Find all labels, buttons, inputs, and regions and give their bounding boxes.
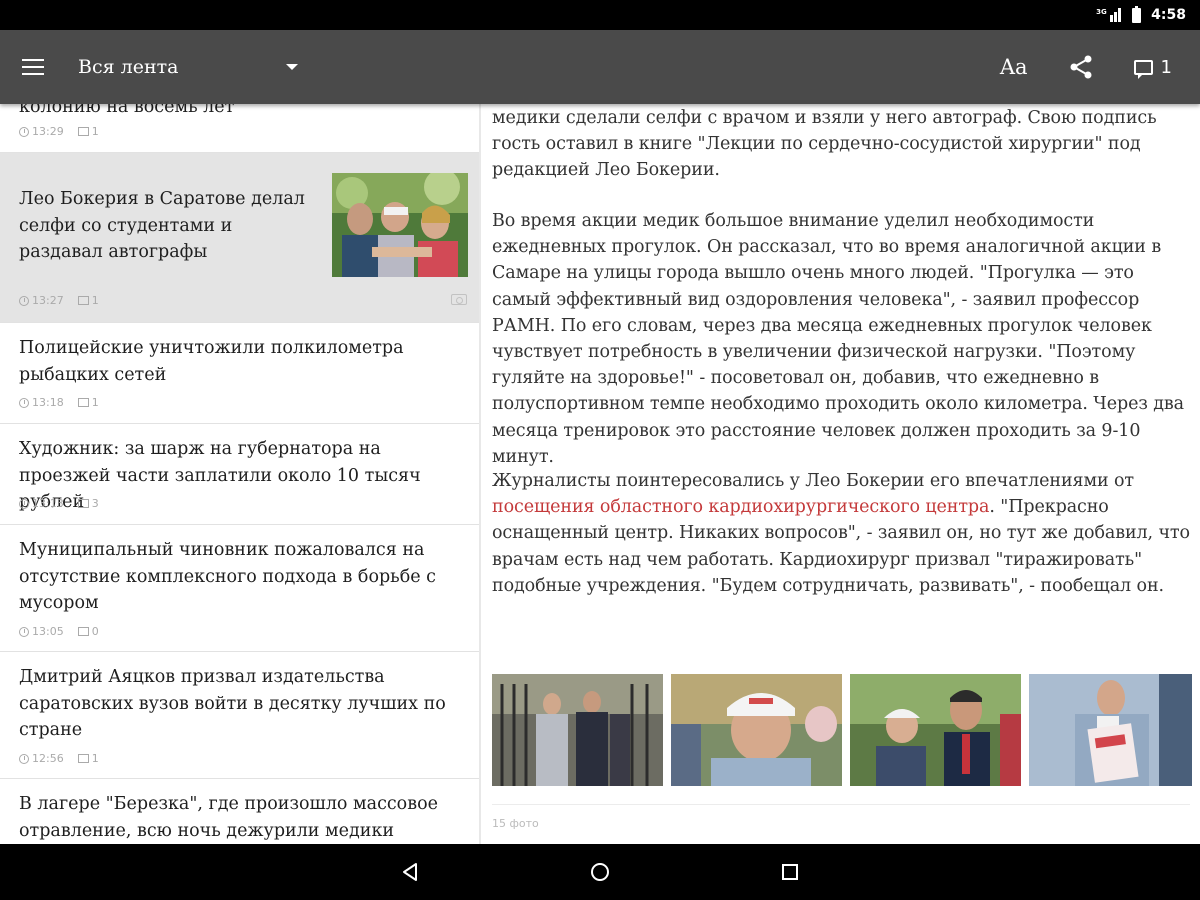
font-size-button[interactable]: Aa bbox=[980, 30, 1048, 104]
item-time: 13:18 bbox=[32, 396, 64, 409]
camera-icon bbox=[451, 294, 467, 305]
hamburger-icon bbox=[22, 59, 44, 75]
item-comment-count: 1 bbox=[91, 125, 99, 138]
item-thumbnail bbox=[332, 173, 468, 277]
gallery-photo[interactable] bbox=[1029, 674, 1192, 786]
item-comment-count: 1 bbox=[91, 396, 99, 409]
clock-icon bbox=[19, 126, 29, 137]
clock-icon bbox=[19, 295, 29, 306]
list-item[interactable]: Художник: за шарж на губернатора на прое… bbox=[0, 424, 479, 525]
clock-icon bbox=[19, 753, 29, 764]
item-time: 13:29 bbox=[32, 125, 64, 138]
item-title: Лео Бокерия в Саратове делал селфи со ст… bbox=[19, 189, 305, 262]
item-time: 13:27 bbox=[32, 294, 64, 307]
item-comment-count: 3 bbox=[91, 497, 99, 510]
item-comment-count: 1 bbox=[91, 752, 99, 765]
article-paragraph: Во время акции медик большое внимание уд… bbox=[492, 211, 1184, 467]
comment-icon bbox=[77, 499, 89, 508]
clock-icon bbox=[19, 498, 29, 509]
clock-icon bbox=[19, 626, 29, 637]
comments-count: 1 bbox=[1160, 56, 1172, 78]
network-type: 3G bbox=[1096, 8, 1107, 16]
clock-icon bbox=[19, 397, 29, 408]
gallery-photo[interactable] bbox=[850, 674, 1021, 786]
comment-icon bbox=[77, 627, 89, 636]
article-pane[interactable]: медики сделали селфи с врачом и взяли у … bbox=[492, 104, 1192, 844]
home-circle-icon bbox=[591, 863, 609, 881]
status-bar: 3G 4:58 bbox=[0, 0, 1200, 30]
item-title: Полицейские уничтожили полкилометра рыба… bbox=[19, 338, 404, 385]
gallery-photo[interactable] bbox=[492, 674, 663, 786]
item-meta: 13:13 3 bbox=[19, 497, 99, 510]
list-item[interactable]: колонию на восемь лет 13:29 1 bbox=[0, 104, 479, 153]
list-item[interactable]: В лагере "Березка", где произошло массов… bbox=[0, 779, 479, 844]
item-meta: 13:05 0 bbox=[19, 625, 99, 638]
gallery-separator bbox=[492, 804, 1190, 805]
item-meta: 13:29 1 bbox=[19, 125, 99, 138]
article-paragraph: медики сделали селфи с врачом и взяли у … bbox=[492, 108, 1157, 181]
item-meta: 12:56 1 bbox=[19, 752, 99, 765]
comments-button[interactable]: 1 bbox=[1114, 30, 1200, 104]
list-item[interactable]: Дмитрий Аяцков призвал издательства сара… bbox=[0, 652, 479, 779]
pane-divider bbox=[479, 104, 481, 844]
item-time: 13:13 bbox=[32, 497, 64, 510]
item-meta: 13:27 1 bbox=[19, 294, 99, 307]
recents-square-icon bbox=[782, 864, 798, 880]
news-list: колонию на восемь лет 13:29 1 Лео Бокери… bbox=[0, 104, 479, 844]
list-item[interactable]: Полицейские уничтожили полкилометра рыба… bbox=[0, 323, 479, 424]
back-triangle-icon bbox=[403, 863, 417, 881]
signal-icon: 3G bbox=[1096, 8, 1122, 22]
photo-gallery bbox=[492, 674, 1192, 786]
comment-icon bbox=[77, 398, 89, 407]
comment-icon bbox=[77, 127, 89, 136]
article-paragraph: Журналисты поинтересовались у Лео Бокери… bbox=[492, 468, 1192, 599]
list-item[interactable]: Муниципальный чиновник пожаловался на от… bbox=[0, 525, 479, 652]
photo-count-label: 15 фото bbox=[492, 817, 539, 830]
caret-down-icon bbox=[286, 64, 298, 70]
system-nav-bar bbox=[0, 844, 1200, 900]
item-comment-count: 1 bbox=[91, 294, 99, 307]
menu-button[interactable] bbox=[0, 30, 66, 104]
recents-button[interactable] bbox=[770, 852, 810, 892]
item-title: Дмитрий Аяцков призвал издательства сара… bbox=[19, 667, 446, 740]
battery-icon bbox=[1132, 5, 1142, 23]
item-time: 13:05 bbox=[32, 625, 64, 638]
back-button[interactable] bbox=[390, 852, 430, 892]
item-comment-count: 0 bbox=[91, 625, 99, 638]
gallery-photo[interactable] bbox=[671, 674, 842, 786]
app-toolbar: Вся лента Aa 1 bbox=[0, 30, 1200, 104]
home-button[interactable] bbox=[580, 852, 620, 892]
paragraph-text: Журналисты поинтересовались у Лео Бокери… bbox=[492, 471, 1135, 491]
item-title: В лагере "Березка", где произошло массов… bbox=[19, 794, 438, 841]
clock-time: 4:58 bbox=[1151, 7, 1186, 23]
item-title: Муниципальный чиновник пожаловался на от… bbox=[19, 540, 436, 613]
comment-icon bbox=[77, 754, 89, 763]
comment-icon bbox=[77, 296, 89, 305]
cardio-center-link[interactable]: посещения областного кардиохирургическог… bbox=[492, 497, 989, 517]
feed-dropdown[interactable]: Вся лента bbox=[78, 30, 298, 104]
font-size-label: Aa bbox=[999, 55, 1028, 79]
item-title: колонию на восемь лет bbox=[19, 104, 235, 117]
feed-dropdown-label: Вся лента bbox=[78, 56, 179, 78]
list-item-selected[interactable]: Лео Бокерия в Саратове делал селфи со ст… bbox=[0, 153, 479, 323]
share-icon bbox=[1070, 55, 1092, 79]
item-meta: 13:18 1 bbox=[19, 396, 99, 409]
item-time: 12:56 bbox=[32, 752, 64, 765]
share-button[interactable] bbox=[1048, 30, 1114, 104]
comment-bubble-icon bbox=[1133, 59, 1153, 79]
